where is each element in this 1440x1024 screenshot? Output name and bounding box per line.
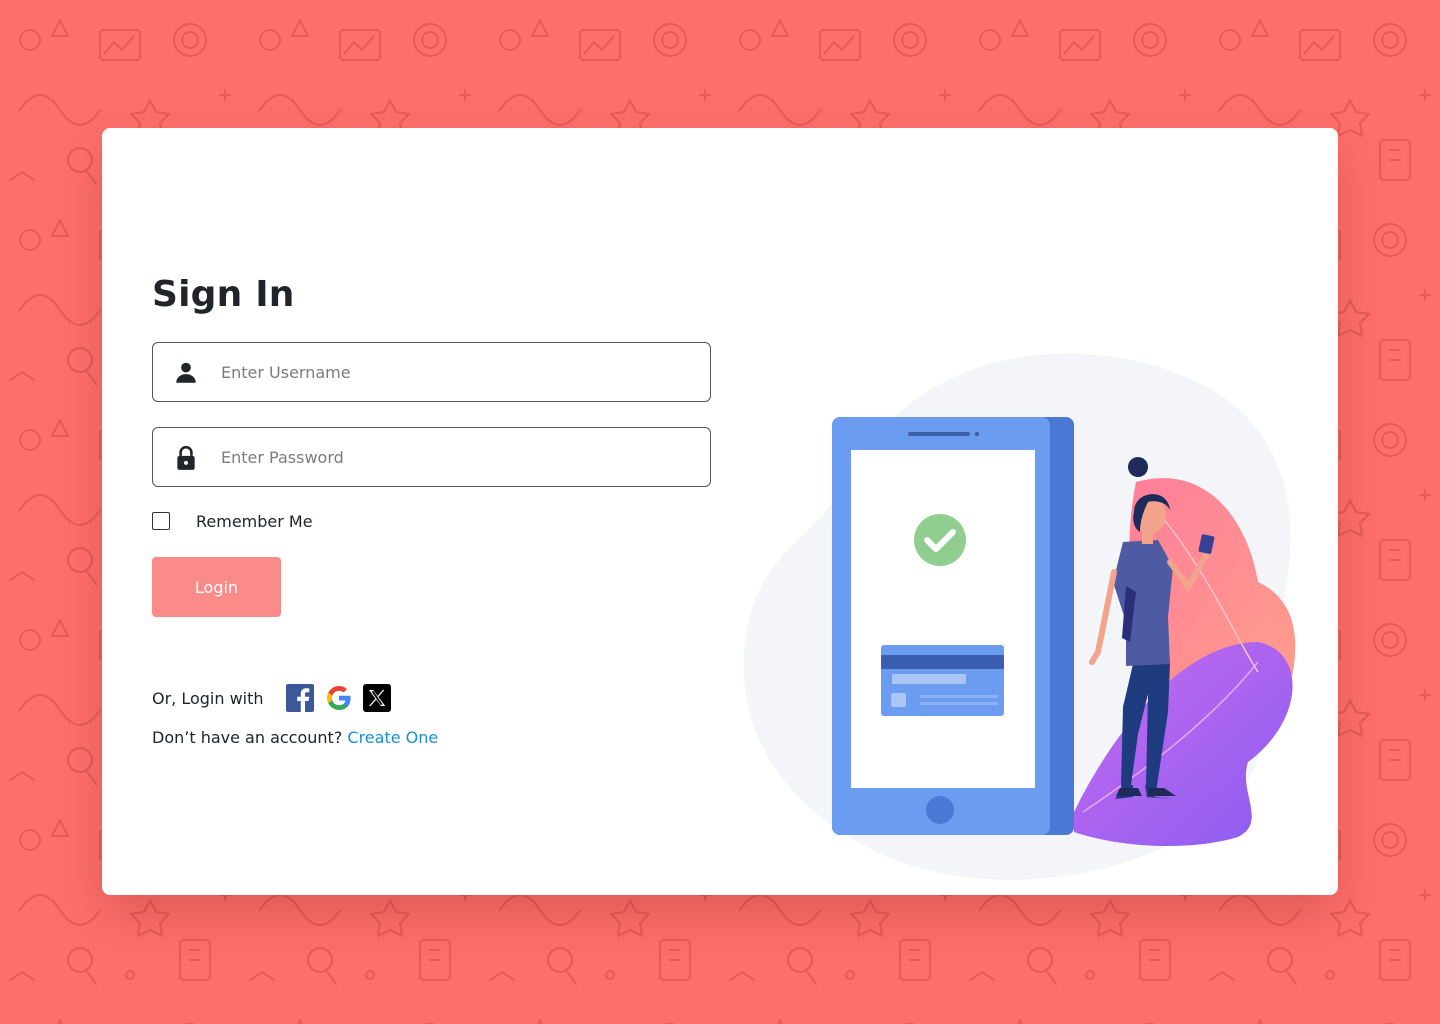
- check-mark-icon: [914, 514, 966, 566]
- social-login-row: Or, Login with: [152, 684, 452, 714]
- signup-prompt: Don’t have an account? Create One: [152, 728, 438, 747]
- user-icon: [176, 362, 196, 383]
- login-button[interactable]: Login: [152, 557, 281, 617]
- create-account-link[interactable]: Create One: [347, 728, 438, 747]
- password-input[interactable]: [221, 428, 691, 486]
- google-icon[interactable]: [325, 684, 353, 712]
- signin-card: Sign In Remember Me Login Or, Login with: [102, 128, 1338, 895]
- remember-me-checkbox[interactable]: [152, 512, 170, 530]
- phone-illustration: [832, 417, 1074, 835]
- password-field[interactable]: [152, 427, 711, 487]
- card-icon: [881, 645, 1004, 716]
- no-account-text: Don’t have an account?: [152, 728, 343, 747]
- social-login-label: Or, Login with: [152, 689, 264, 708]
- signin-illustration: [743, 353, 1296, 880]
- page-title: Sign In: [152, 274, 295, 315]
- x-icon[interactable]: [363, 684, 391, 712]
- username-input[interactable]: [221, 343, 691, 401]
- facebook-icon[interactable]: [286, 684, 314, 712]
- remember-me-label[interactable]: Remember Me: [196, 512, 313, 531]
- username-field[interactable]: [152, 342, 711, 402]
- lock-icon: [177, 445, 195, 470]
